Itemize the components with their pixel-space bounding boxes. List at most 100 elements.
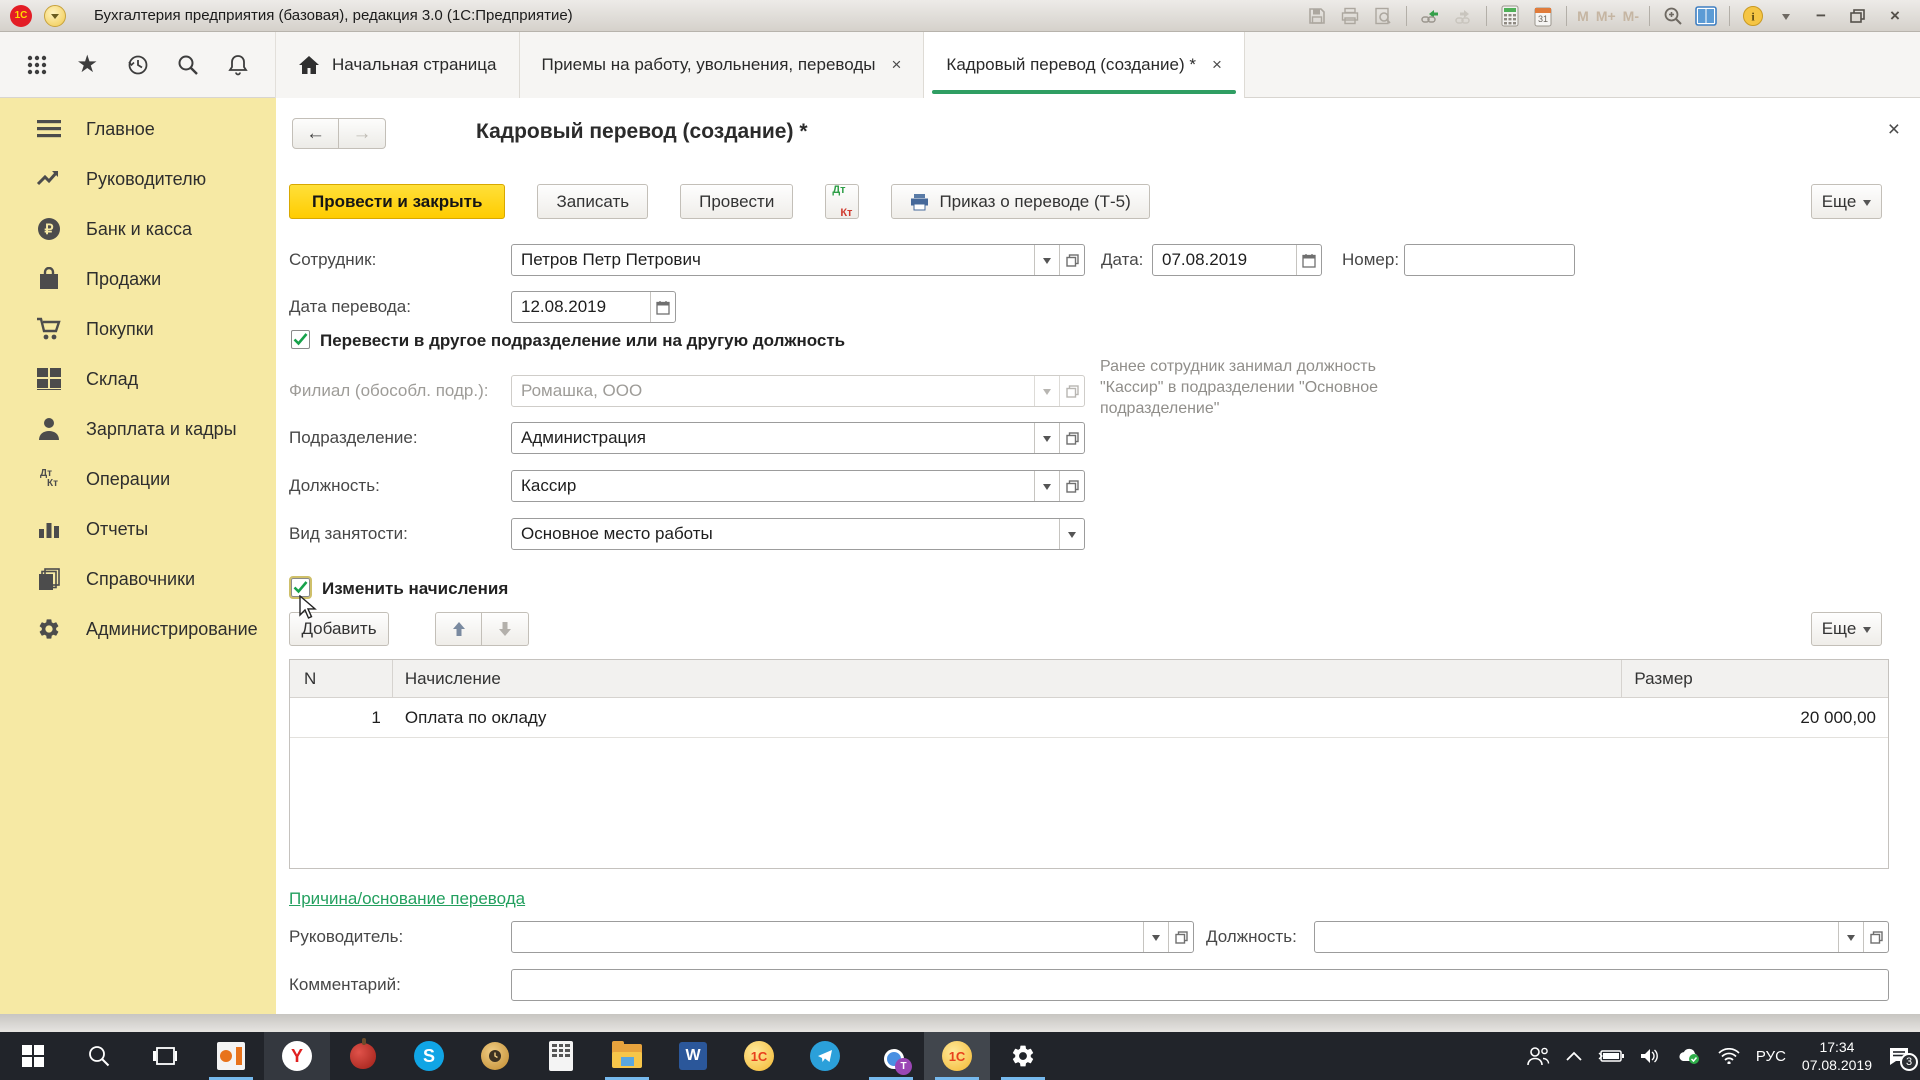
get-link-icon[interactable] — [1450, 4, 1476, 28]
comment-field[interactable] — [511, 969, 1889, 1001]
tray-expand-chevron-icon[interactable] — [1566, 1051, 1582, 1061]
taskbar-app-photos[interactable] — [198, 1032, 264, 1080]
form-more-button[interactable]: Еще — [1811, 184, 1882, 219]
sidebar-item-purchases[interactable]: Покупки — [0, 304, 276, 354]
column-header-n[interactable]: N — [290, 660, 393, 697]
favorites-star-icon[interactable]: ★ — [74, 52, 100, 78]
sidebar-item-main[interactable]: Главное — [0, 104, 276, 154]
number-field[interactable] — [1404, 244, 1575, 276]
taskbar-app-explorer[interactable] — [594, 1032, 660, 1080]
column-header-amount[interactable]: Размер — [1622, 660, 1888, 697]
apps-grid-icon[interactable] — [24, 52, 50, 78]
save-button[interactable]: Записать — [537, 184, 648, 219]
dropdown-button[interactable] — [1838, 922, 1863, 952]
open-button[interactable] — [1059, 471, 1084, 501]
sidebar-item-operations[interactable]: ДтКт Операции — [0, 454, 276, 504]
window-minimize-button[interactable]: − — [1806, 4, 1836, 28]
form-close-button[interactable]: × — [1888, 118, 1900, 142]
back-button[interactable]: ← — [292, 118, 339, 149]
column-header-accrual[interactable]: Начисление — [393, 660, 1622, 697]
sidebar-item-warehouse[interactable]: Склад — [0, 354, 276, 404]
search-icon[interactable] — [175, 52, 201, 78]
people-icon[interactable] — [1526, 1046, 1550, 1066]
preview-icon[interactable] — [1370, 4, 1396, 28]
taskbar-app-apple[interactable] — [330, 1032, 396, 1080]
sidebar-item-directories[interactable]: Справочники — [0, 554, 276, 604]
print-order-button[interactable]: Приказ о переводе (Т-5) — [891, 184, 1149, 219]
clock[interactable]: 17:3407.08.2019 — [1802, 1038, 1872, 1074]
wifi-icon[interactable] — [1718, 1048, 1740, 1064]
open-button[interactable] — [1059, 245, 1084, 275]
employment-type-field[interactable]: Основное место работы — [511, 518, 1085, 550]
task-view-icon[interactable] — [132, 1032, 198, 1080]
tab-hr-list[interactable]: Приемы на работу, увольнения, переводы × — [520, 32, 925, 98]
go-to-link-icon[interactable] — [1417, 4, 1443, 28]
window-close-button[interactable]: × — [1880, 4, 1910, 28]
department-field[interactable]: Администрация — [511, 422, 1085, 454]
change-accruals-checkbox-label[interactable]: Изменить начисления — [322, 579, 508, 599]
post-button[interactable]: Провести — [680, 184, 793, 219]
memory-m-minus-button[interactable]: М- — [1623, 8, 1639, 24]
open-button[interactable] — [1168, 922, 1193, 952]
taskbar-app-settings[interactable] — [990, 1032, 1056, 1080]
taskbar-search-icon[interactable] — [66, 1032, 132, 1080]
language-indicator[interactable]: РУС — [1756, 1048, 1786, 1065]
open-button[interactable] — [1863, 922, 1888, 952]
tab-close-icon[interactable]: × — [1212, 55, 1222, 75]
volume-icon[interactable] — [1640, 1048, 1660, 1064]
sidebar-item-administration[interactable]: Администрирование — [0, 604, 276, 654]
manager-field[interactable] — [511, 921, 1194, 953]
start-button[interactable] — [0, 1032, 66, 1080]
post-and-close-button[interactable]: Провести и закрыть — [289, 184, 505, 219]
move-up-button[interactable] — [435, 612, 482, 646]
history-icon[interactable] — [125, 52, 151, 78]
zoom-icon[interactable] — [1660, 4, 1686, 28]
taskbar-app-clock[interactable] — [462, 1032, 528, 1080]
sidebar-item-bank-cash[interactable]: ₽ Банк и касса — [0, 204, 276, 254]
calculator-icon[interactable] — [1497, 4, 1523, 28]
sidebar-item-salary-hr[interactable]: Зарплата и кадры — [0, 404, 276, 454]
date-field[interactable]: 07.08.2019 — [1152, 244, 1322, 276]
manager-position-field[interactable] — [1314, 921, 1889, 953]
onedrive-icon[interactable] — [1676, 1047, 1702, 1065]
taskbar-app-word[interactable]: W — [660, 1032, 726, 1080]
tab-close-icon[interactable]: × — [891, 55, 901, 75]
taskbar-app-1c[interactable]: 1С — [726, 1032, 792, 1080]
memory-m-button[interactable]: М — [1577, 8, 1589, 24]
memory-m-plus-button[interactable]: М+ — [1596, 8, 1616, 24]
table-row[interactable]: 1 Оплата по окладу 20 000,00 — [290, 698, 1888, 738]
chevron-down-icon[interactable] — [1773, 4, 1799, 28]
move-down-button[interactable] — [482, 612, 529, 646]
print-icon[interactable] — [1337, 4, 1363, 28]
transfer-date-field[interactable]: 12.08.2019 — [511, 291, 676, 323]
main-menu-dropdown-button[interactable] — [44, 5, 66, 27]
dropdown-button[interactable] — [1034, 471, 1059, 501]
open-button[interactable] — [1059, 423, 1084, 453]
notifications-bell-icon[interactable] — [225, 52, 251, 78]
dropdown-button[interactable] — [1034, 423, 1059, 453]
reason-link[interactable]: Причина/основание перевода — [289, 889, 525, 909]
show-postings-button[interactable]: ДтКт — [825, 184, 859, 219]
window-restore-button[interactable] — [1843, 4, 1873, 28]
tab-personnel-transfer[interactable]: Кадровый перевод (создание) * × — [924, 32, 1244, 98]
taskbar-app-telegram[interactable] — [792, 1032, 858, 1080]
taskbar-app-yandex-browser[interactable]: Y — [264, 1032, 330, 1080]
taskbar-app-skype[interactable]: S — [396, 1032, 462, 1080]
calendar-picker-button[interactable] — [650, 292, 675, 322]
calendar-icon[interactable]: 31 — [1530, 4, 1556, 28]
sidebar-item-manager[interactable]: Руководителю — [0, 154, 276, 204]
battery-icon[interactable] — [1598, 1049, 1624, 1063]
table-more-button[interactable]: Еще — [1811, 612, 1882, 646]
employee-field[interactable]: Петров Петр Петрович — [511, 244, 1085, 276]
forward-button[interactable]: → — [339, 118, 386, 149]
save-icon[interactable] — [1304, 4, 1330, 28]
tab-home[interactable]: Начальная страница — [276, 32, 520, 98]
position-field[interactable]: Кассир — [511, 470, 1085, 502]
dropdown-button[interactable] — [1034, 245, 1059, 275]
calendar-picker-button[interactable] — [1296, 245, 1321, 275]
transfer-checkbox-label[interactable]: Перевести в другое подразделение или на … — [320, 331, 845, 351]
taskbar-app-chrome[interactable]: T — [858, 1032, 924, 1080]
taskbar-app-1c-active[interactable]: 1С — [924, 1032, 990, 1080]
transfer-checkbox[interactable] — [291, 330, 310, 349]
dropdown-button[interactable] — [1143, 922, 1168, 952]
